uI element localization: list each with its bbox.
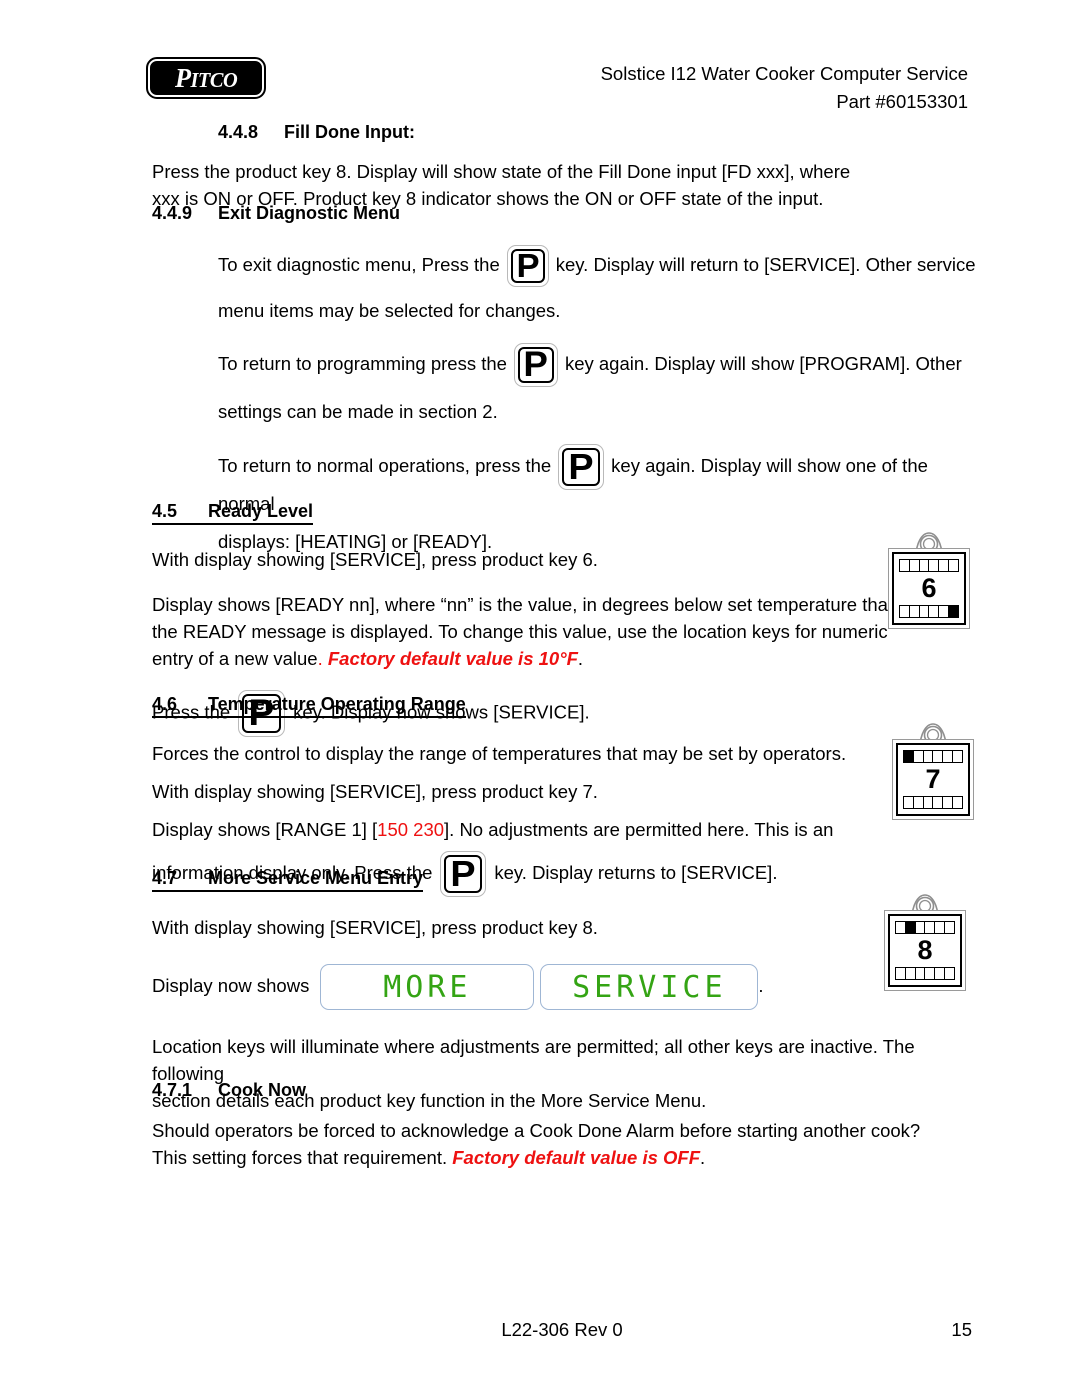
section-4-7-paragraph-3-line1: Location keys will illuminate where adju…: [152, 1036, 915, 1085]
section-4-5-title: Ready Level: [208, 501, 314, 521]
section-4-4-8-number: 4.4.8: [218, 122, 259, 142]
section-4-6: 4.6 Temperature Operating Range Forces th…: [152, 694, 982, 897]
segment-row-bottom: [895, 967, 955, 980]
product-key-7-body: 7: [892, 739, 974, 820]
p2l3-red-dot: .: [317, 648, 323, 669]
section-4-7-heading-wrap: 4.7 More Service Menu Entry: [152, 868, 982, 892]
product-key-8-body: 8: [884, 910, 966, 991]
factory-default-ready-level: Factory default value is 10°F: [327, 648, 578, 669]
section-4-7-1-body-line2: This setting forces that requirement. Fa…: [152, 1144, 982, 1171]
display-now-shows-label: Display now shows: [152, 975, 310, 996]
section-4-6-number: 4.6: [152, 694, 178, 714]
section-4-7-1-heading: 4.7.1 Cook Now: [152, 1080, 982, 1101]
p1-text-c: menu items may be selected for changes.: [218, 300, 561, 321]
header-part-number: Part #60153301: [836, 91, 968, 112]
p1-text-a: To exit diagnostic menu, Press the: [218, 253, 500, 275]
led-display-service: SERVICE: [540, 964, 759, 1011]
product-key-6-digit: 6: [921, 572, 937, 603]
p3-text-a: Display shows [RANGE 1] [: [152, 819, 378, 840]
segment-row-top: [903, 750, 963, 763]
segment-row-top: [895, 921, 955, 934]
product-key-7-digit: 7: [925, 763, 941, 794]
footer-page-number: 15: [951, 1319, 972, 1340]
led-display-more: MORE: [320, 964, 535, 1011]
range-values: 150 230: [377, 819, 445, 840]
product-key-6[interactable]: 6: [888, 531, 970, 629]
cook-now-text-a: This setting forces that requirement.: [152, 1147, 448, 1168]
p-key-glyph: P: [516, 247, 540, 285]
display-line-period: .: [758, 975, 764, 996]
footer-document-id: L22-306 Rev 0: [501, 1319, 623, 1340]
product-key-7[interactable]: 7: [892, 722, 974, 820]
section-4-4-8: 4.4.8 Fill Done Input: Press the product…: [152, 122, 972, 212]
section-4-6-heading-wrap: 4.6 Temperature Operating Range: [152, 694, 982, 718]
header-title: Solstice I12 Water Cooker Computer Servi…: [600, 63, 968, 84]
section-4-5-paragraph-1: With display showing [SERVICE], press pr…: [152, 549, 598, 570]
section-4-5-number: 4.5: [152, 501, 178, 521]
p2-text-c: settings can be made in section 2.: [218, 401, 498, 422]
section-4-6-paragraph-2: With display showing [SERVICE], press pr…: [152, 781, 598, 802]
p2l3-end: .: [577, 648, 584, 669]
p-key-glyph: P: [568, 446, 594, 488]
document-page: PITCO Solstice I12 Water Cooker Computer…: [0, 0, 1080, 1397]
section-4-4-9-title: Exit Diagnostic Menu: [218, 203, 401, 223]
p-key-icon[interactable]: P: [558, 444, 605, 490]
section-4-5-paragraph-2-line2: the READY message is displayed. To chang…: [152, 621, 888, 642]
p2l3-text-a: entry of a new value: [152, 648, 318, 669]
section-4-7-1: 4.7.1 Cook Now Should operators be force…: [152, 1080, 982, 1171]
factory-default-cook-now: Factory default value is OFF: [452, 1147, 701, 1168]
section-4-5-paragraph-2-line1: Display shows [READY nn], where “nn” is …: [152, 594, 894, 615]
section-4-7-1-title: Cook Now: [218, 1080, 306, 1100]
p3-text-b: ]. No adjustments are permitted here. Th…: [444, 819, 834, 840]
section-4-7-1-number: 4.7.1: [152, 1080, 193, 1100]
section-4-7-display-line: Display now shows MORE SERVICE.: [152, 963, 982, 1011]
segment-row-top: [899, 559, 959, 572]
section-4-7-title: More Service Menu Entry: [208, 868, 424, 888]
page-header: PITCO Solstice I12 Water Cooker Computer…: [0, 0, 1080, 112]
pitco-logo: PITCO: [146, 57, 266, 99]
p2-text-a: To return to programming press the: [218, 352, 507, 374]
segment-row-bottom: [899, 605, 959, 618]
section-4-7-number: 4.7: [152, 868, 178, 888]
section-4-6-paragraph-3: Display shows [RANGE 1] [150 230]. No ad…: [152, 816, 982, 843]
section-4-6-title: Temperature Operating Range: [208, 694, 466, 714]
section-4-4-9-number: 4.4.9: [152, 203, 193, 223]
section-4-5-paragraph-2-line3: entry of a new value. Factory default va…: [152, 645, 982, 672]
cook-now-end: .: [700, 1147, 706, 1168]
product-key-8[interactable]: 8: [884, 893, 966, 991]
p1-text-b: key. Display will return to [SERVICE]. O…: [555, 253, 976, 275]
section-4-6-paragraph-1: Forces the control to display the range …: [152, 743, 847, 764]
product-key-8-digit: 8: [917, 934, 933, 965]
section-4-4-8-body-line1: Press the product key 8. Display will sh…: [152, 161, 851, 182]
section-4-4-9-heading: 4.4.9 Exit Diagnostic Menu: [152, 203, 982, 224]
section-4-4-8-title: Fill Done Input:: [284, 122, 415, 142]
section-4-6-heading: 4.6 Temperature Operating Range: [152, 694, 466, 718]
product-key-6-body: 6: [888, 548, 970, 629]
header-title-block: Solstice I12 Water Cooker Computer Servi…: [601, 60, 968, 116]
p-key-icon[interactable]: P: [506, 245, 549, 287]
section-4-4-9-paragraph-1: To exit diagnostic menu, Press the Pkey. …: [218, 245, 982, 324]
section-4-7-heading: 4.7 More Service Menu Entry: [152, 868, 424, 892]
section-4-7-1-body-line1: Should operators be forced to acknowledg…: [152, 1120, 921, 1141]
section-4-4-8-heading: 4.4.8 Fill Done Input:: [218, 122, 972, 143]
section-4-7: 4.7 More Service Menu Entry With display …: [152, 868, 982, 1114]
segment-row-bottom: [903, 796, 963, 809]
section-4-5-heading-wrap: 4.5 Ready Level: [152, 501, 982, 525]
section-4-4-9-paragraph-2: To return to programming press the Pkey a…: [218, 343, 982, 425]
section-4-7-paragraph-1: With display showing [SERVICE], press pr…: [152, 917, 598, 938]
section-4-5-heading: 4.5 Ready Level: [152, 501, 314, 525]
p-key-icon[interactable]: P: [513, 343, 558, 387]
p3-text-a: To return to normal operations, press th…: [218, 454, 552, 476]
p-key-glyph: P: [523, 344, 549, 384]
pitco-logo-text: PITCO: [174, 62, 238, 93]
p2-text-b: key again. Display will show [PROGRAM]. …: [564, 352, 962, 374]
